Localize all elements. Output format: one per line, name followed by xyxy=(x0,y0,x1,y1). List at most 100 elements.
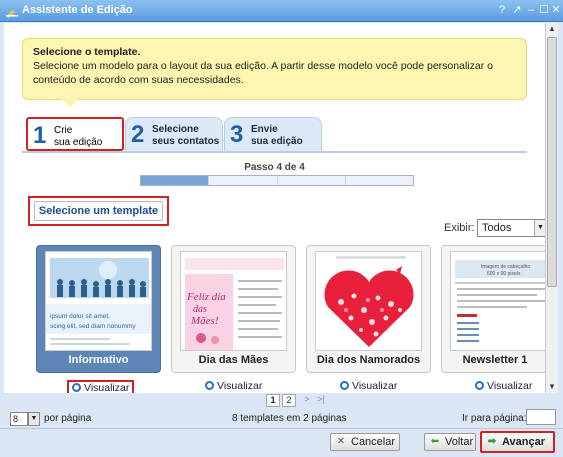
preview-label: Visualizar xyxy=(487,380,533,392)
template-name: Dia das Mães xyxy=(198,354,269,366)
progress-segment xyxy=(346,176,413,185)
steps-underline xyxy=(22,151,527,153)
magnifier-icon xyxy=(72,383,81,392)
step-label-line1: Crie xyxy=(54,125,73,136)
help-tooltip-tail xyxy=(62,99,78,108)
help-body: Selecione um modelo para o layout da sua… xyxy=(33,60,493,86)
template-name: Newsletter 1 xyxy=(462,354,528,366)
thumb-text: scing elit, sed diam nonummy xyxy=(50,323,136,330)
template-thumbnail: Feliz dia das Mães! xyxy=(180,251,287,351)
preview-label: Visualizar xyxy=(84,382,130,393)
template-card-newsletter-1[interactable]: Imagem de cabeçalho 600 x 90 pixels News… xyxy=(441,245,545,373)
per-page-label: por página xyxy=(44,413,92,424)
vertical-scrollbar[interactable]: ▲ ▼ xyxy=(545,23,558,393)
page-button-2[interactable]: 2 xyxy=(282,394,296,407)
step-label-line2: sua edição xyxy=(54,137,103,148)
preview-link-newsletter-1[interactable]: Visualizar xyxy=(475,380,532,393)
window-title: Assistente de Edição xyxy=(22,4,133,16)
dia-dos-namorados-preview-image xyxy=(316,252,421,350)
filter-label: Exibir: xyxy=(444,222,475,234)
goto-page-input[interactable] xyxy=(526,409,556,425)
arrow-left-icon: ⬅ xyxy=(430,436,440,447)
scrollbar-thumb[interactable] xyxy=(547,37,557,287)
back-button[interactable]: ⬅ Voltar xyxy=(424,433,476,451)
page-button-1[interactable]: 1 xyxy=(266,394,280,407)
step-label: Envie sua edição xyxy=(251,124,303,148)
template-name: Informativo xyxy=(68,354,129,366)
template-card-informativo[interactable]: ipsum dolor sit amet, scing elit, sed di… xyxy=(36,245,161,373)
template-name: Dia dos Namorados xyxy=(316,354,421,366)
scroll-down-icon[interactable]: ▼ xyxy=(546,381,558,393)
preview-label: Visualizar xyxy=(217,380,263,392)
step-2-tab[interactable]: 2 Selecione seus contatos xyxy=(125,117,223,151)
preview-link-dia-dos-namorados[interactable]: Visualizar xyxy=(340,380,397,393)
pagination: 1 2 > >| xyxy=(4,393,558,407)
scroll-up-icon[interactable]: ▲ xyxy=(546,23,558,35)
back-label: Voltar xyxy=(445,436,474,448)
thumb-text: das xyxy=(193,304,207,315)
preview-link-informativo[interactable]: Visualizar xyxy=(67,380,135,393)
footer-bar: 8 ▼ por página 8 templates em 2 páginas … xyxy=(4,409,558,427)
step-number: 2 xyxy=(131,121,145,148)
cancel-button[interactable]: ✕ Cancelar xyxy=(330,433,400,451)
arrow-right-icon: ➡ xyxy=(487,436,497,447)
step-1-tab[interactable]: 1 Crie sua edição xyxy=(26,117,124,151)
edit-pencil-icon xyxy=(6,9,18,18)
progress-label: Passo 4 de 4 xyxy=(244,162,305,173)
magnifier-icon xyxy=(340,381,349,390)
thumb-text: Mães! xyxy=(190,315,219,327)
per-page-select[interactable]: 8 xyxy=(10,412,28,426)
next-label: Avançar xyxy=(502,436,546,448)
progress-segment xyxy=(209,176,278,185)
help-tooltip: Selecione o template. Selecione um model… xyxy=(22,38,527,100)
cancel-label: Cancelar xyxy=(351,436,396,448)
select-template-label: Selecione um template xyxy=(34,201,163,221)
popout-icon[interactable]: ↗ xyxy=(510,3,524,18)
wizard-content: Selecione o template. Selecione um model… xyxy=(4,23,545,393)
next-page-icon[interactable]: > xyxy=(300,394,314,407)
last-page-icon[interactable]: >| xyxy=(314,394,328,407)
filter-value: Todos xyxy=(482,222,512,234)
template-thumbnail: Imagem de cabeçalho 600 x 90 pixels xyxy=(450,251,545,351)
next-button[interactable]: ➡ Avançar xyxy=(480,431,555,453)
goto-page-label: Ir para página: xyxy=(462,413,527,424)
progress-segment xyxy=(278,176,346,185)
preview-label: Visualizar xyxy=(352,380,398,392)
thumb-text: ipsum dolor sit amet, xyxy=(50,313,110,320)
chevron-down-icon[interactable]: ▼ xyxy=(28,412,40,426)
informativo-preview-image: ipsum dolor sit amet, scing elit, sed di… xyxy=(46,252,151,350)
newsletter-preview-image: Imagem de cabeçalho 600 x 90 pixels xyxy=(451,252,545,350)
thumb-text: Feliz dia xyxy=(186,291,226,303)
chevron-down-icon[interactable]: ▼ xyxy=(534,220,545,236)
action-bar: ✕ Cancelar ⬅ Voltar ➡ Avançar xyxy=(0,428,563,457)
preview-link-dia-das-maes[interactable]: Visualizar xyxy=(205,380,262,393)
step-label-line2: sua edição xyxy=(251,136,303,147)
help-icon[interactable]: ? xyxy=(495,3,509,18)
select-template-button[interactable]: Selecione um template xyxy=(28,196,169,226)
template-card-dia-dos-namorados[interactable]: Dia dos Namorados xyxy=(306,245,431,373)
help-title: Selecione o template. xyxy=(33,46,141,58)
template-thumbnail xyxy=(315,251,422,351)
cancel-x-icon: ✕ xyxy=(336,436,346,447)
thumb-text: 600 x 90 pixels xyxy=(487,271,521,277)
step-label: Crie sua edição xyxy=(54,125,102,149)
step-label-line1: Selecione xyxy=(152,124,199,135)
close-icon[interactable]: ✕ xyxy=(549,3,563,18)
minimize-icon[interactable]: – xyxy=(524,3,538,18)
dia-das-maes-preview-image: Feliz dia das Mães! xyxy=(181,252,286,350)
magnifier-icon xyxy=(475,381,484,390)
progress-bar xyxy=(140,175,414,186)
step-3-tab[interactable]: 3 Envie sua edição xyxy=(224,117,322,151)
window-titlebar: Assistente de Edição ? ↗ – ☐ ✕ xyxy=(0,0,563,22)
step-number: 3 xyxy=(230,121,244,148)
step-label: Selecione seus contatos xyxy=(152,124,219,148)
step-number: 1 xyxy=(33,122,47,149)
thumb-text: Imagem de cabeçalho xyxy=(481,264,530,270)
step-label-line1: Envie xyxy=(251,124,278,135)
step-label-line2: seus contatos xyxy=(152,136,220,147)
filter-select[interactable]: Todos ▼ xyxy=(477,219,545,237)
magnifier-icon xyxy=(205,381,214,390)
results-summary: 8 templates em 2 páginas xyxy=(232,413,347,424)
progress-segment xyxy=(141,176,210,185)
template-card-dia-das-maes[interactable]: Feliz dia das Mães! Dia das Mães xyxy=(171,245,296,373)
